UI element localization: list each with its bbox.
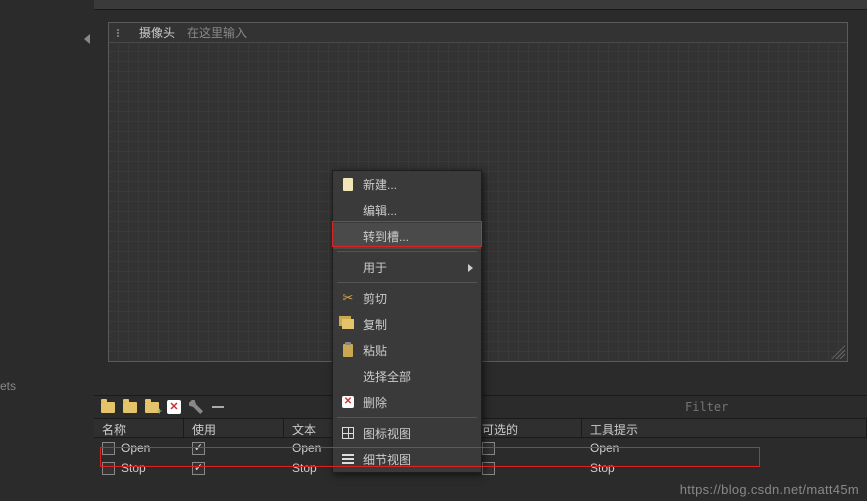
- selectable-checkbox[interactable]: [482, 462, 495, 475]
- menu-item[interactable]: 细节视图: [333, 446, 481, 472]
- menu-item[interactable]: 粘贴: [333, 337, 481, 363]
- page-icon: [340, 176, 356, 192]
- cell-name: Stop: [121, 461, 146, 475]
- menu-item-label: 图标视图: [363, 425, 411, 442]
- menu-separator: [337, 417, 477, 418]
- menu-item[interactable]: 选择全部: [333, 363, 481, 389]
- open-folder-icon[interactable]: [122, 399, 138, 415]
- resize-grip-icon[interactable]: [831, 345, 845, 359]
- row-checkbox[interactable]: [102, 442, 115, 455]
- menu-item[interactable]: 新建...: [333, 171, 481, 197]
- remove-action-icon[interactable]: [210, 399, 226, 415]
- selectable-checkbox[interactable]: [482, 442, 495, 455]
- menu-item-label: 剪切: [363, 290, 387, 307]
- top-toolbar: [94, 0, 867, 10]
- menu-item-label: 编辑...: [363, 202, 397, 219]
- menu-item-label: 转到槽...: [363, 228, 409, 245]
- cell-tooltip: Open: [582, 441, 867, 455]
- menu-item[interactable]: 编辑...: [333, 197, 481, 223]
- menu-item-label: 新建...: [363, 176, 397, 193]
- left-dock: ets: [0, 0, 94, 501]
- row-checkbox[interactable]: [102, 462, 115, 475]
- menu-item-label: 选择全部: [363, 368, 411, 385]
- context-menu: 新建... 编辑... 转到槽... 用于 ✂ 剪切复制粘贴选择全部删除图标视图细节视图: [332, 170, 482, 473]
- copy-icon: [340, 316, 356, 332]
- delete-action-icon[interactable]: ✕: [166, 399, 182, 415]
- menu-item-label: 复制: [363, 316, 387, 333]
- menu-item-label: 删除: [363, 394, 387, 411]
- edit-action-icon[interactable]: [188, 399, 204, 415]
- menu-item[interactable]: 删除: [333, 389, 481, 415]
- col-header-use[interactable]: 使用: [184, 419, 284, 437]
- menu-item[interactable]: 复制: [333, 311, 481, 337]
- menu-separator: [337, 282, 477, 283]
- col-header-selectable[interactable]: 可选的: [474, 419, 582, 437]
- watermark: https://blog.csdn.net/matt45m: [680, 482, 859, 497]
- scissors-icon: ✂: [340, 290, 356, 306]
- left-panel-fragment: ets: [0, 379, 16, 393]
- menu-separator: [337, 251, 477, 252]
- lineedit-placeholder[interactable]: 在这里输入: [187, 24, 247, 41]
- menu-item-label: 细节视图: [363, 451, 411, 468]
- grid-icon: [340, 425, 356, 441]
- filter-input[interactable]: [681, 398, 861, 416]
- menu-item[interactable]: 转到槽...: [333, 223, 481, 249]
- list-icon: [340, 451, 356, 467]
- use-checkbox[interactable]: [192, 442, 205, 455]
- cell-tooltip: Stop: [582, 461, 867, 475]
- submenu-arrow-icon: [468, 264, 473, 272]
- col-header-name[interactable]: 名称: [94, 419, 184, 437]
- add-folder-icon[interactable]: [144, 399, 160, 415]
- menu-item[interactable]: 图标视图: [333, 420, 481, 446]
- delete-icon: [340, 394, 356, 410]
- menu-item[interactable]: ✂ 剪切: [333, 285, 481, 311]
- camera-widget-label: 摄像头: [139, 24, 175, 41]
- menu-item[interactable]: 用于: [333, 254, 481, 280]
- drag-handle-icon[interactable]: [117, 29, 123, 37]
- collapse-arrow-icon[interactable]: [84, 34, 90, 44]
- new-folder-icon[interactable]: [100, 399, 116, 415]
- paste-icon: [340, 342, 356, 358]
- use-checkbox[interactable]: [192, 462, 205, 475]
- col-header-tooltip[interactable]: 工具提示: [582, 419, 867, 437]
- menu-item-label: 粘贴: [363, 342, 387, 359]
- menu-item-label: 用于: [363, 259, 387, 276]
- cell-name: Open: [121, 441, 150, 455]
